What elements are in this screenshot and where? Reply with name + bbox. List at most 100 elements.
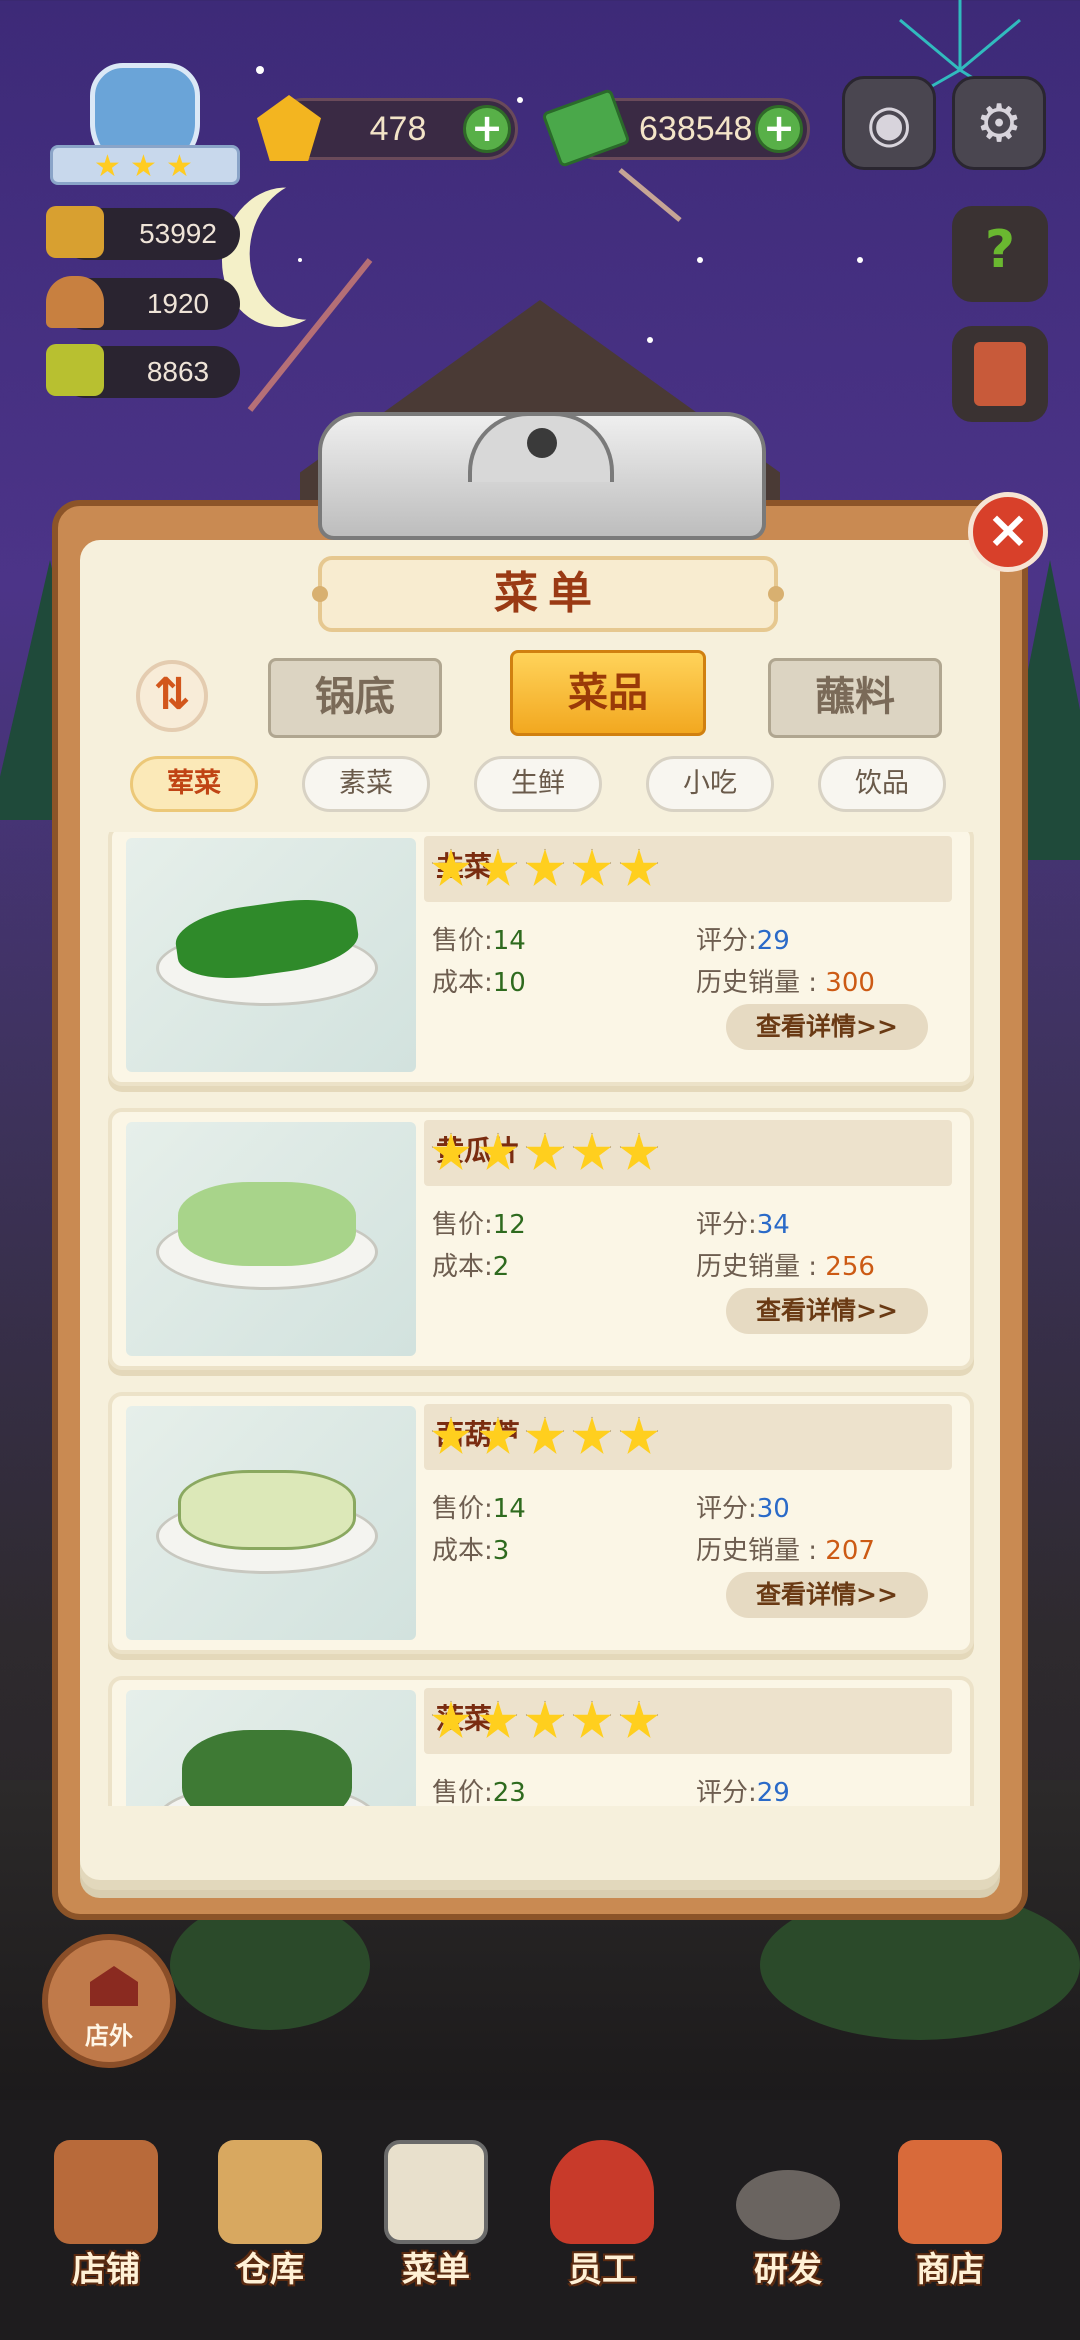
cucumber-slices-icon — [178, 1182, 356, 1266]
red-book-button[interactable] — [952, 326, 1048, 422]
star-icon — [478, 1132, 518, 1170]
add-cash-button[interactable]: + — [755, 105, 803, 153]
dish-cost: 成本:2 — [432, 1252, 510, 1282]
menu-clipboard-icon — [384, 2140, 488, 2244]
dish-cost: 成本:10 — [432, 968, 526, 998]
view-details-button[interactable]: 查看详情>> — [726, 1288, 928, 1334]
player-rank-badge[interactable]: ★ ★ ★ — [50, 55, 240, 195]
dish-price: 售价:12 — [432, 1210, 526, 1240]
tab-dipping-sauce[interactable]: 蘸料 — [768, 658, 942, 738]
tab-dishes[interactable]: 菜品 — [510, 650, 706, 736]
dish-star-rating — [424, 1416, 980, 1456]
help-book-button[interactable]: ? — [952, 206, 1048, 302]
page-title: 菜单 — [494, 568, 602, 619]
subtab-snack[interactable]: 小吃 — [646, 756, 774, 812]
title-plate-right-dot — [768, 586, 784, 602]
store-stall-icon — [898, 2140, 1002, 2244]
dish-sales: 历史销量 : 256 — [696, 1252, 875, 1282]
star-icon — [619, 1416, 659, 1454]
clipboard-clip-hole — [527, 428, 557, 458]
hotpot-icon — [46, 206, 104, 258]
cash-counter: 638548 + — [541, 88, 810, 168]
dish-image-spinach — [126, 1690, 416, 1806]
subtab-fresh[interactable]: 生鲜 — [474, 756, 602, 812]
stat-recipe-count: 8863 — [46, 344, 240, 398]
dish-sales: 历史销量 : 207 — [696, 1536, 875, 1566]
rank-star-icon: ★ — [166, 149, 193, 184]
tab-soup-base[interactable]: 锅底 — [268, 658, 442, 738]
star-icon — [431, 1416, 471, 1454]
red-book-icon — [974, 342, 1026, 406]
menu-title-plate: 菜单 — [312, 556, 784, 632]
dish-card: 韭菜 售价:14 成本:10 评分:29 历史销量 : 300 查看详情>> — [108, 832, 974, 1086]
star-icon — [619, 1700, 659, 1738]
title-plate-left-dot — [312, 586, 328, 602]
cash-amount: 638548 — [639, 110, 753, 148]
dish-image-zucchini — [126, 1406, 416, 1640]
nav-shop[interactable]: 店铺 — [26, 2130, 186, 2310]
dish-card: 黄瓜片 售价:12 成本:2 评分:34 历史销量 : 256 查看详情>> — [108, 1108, 974, 1370]
covered-dish-icon — [46, 276, 104, 328]
camera-button[interactable]: ◉ — [842, 76, 936, 170]
research-wok-icon — [736, 2170, 840, 2240]
shop-building-icon — [54, 2140, 158, 2244]
settings-button[interactable]: ⚙ — [952, 76, 1046, 170]
rank-star-icon: ★ — [94, 149, 121, 184]
star-icon — [572, 1700, 612, 1738]
star-icon — [525, 848, 565, 886]
nav-staff[interactable]: 员工 — [522, 2130, 682, 2310]
gear-icon: ⚙ — [975, 94, 1023, 154]
rank-star-icon: ★ — [130, 149, 157, 184]
dish-card: 西葫芦 售价:14 成本:3 评分:30 历史销量 : 207 查看详情>> — [108, 1392, 974, 1654]
nav-store[interactable]: 商店 — [870, 2130, 1030, 2310]
subtab-drinks[interactable]: 饮品 — [818, 756, 946, 812]
dish-image-chives — [126, 838, 416, 1072]
dish-star-rating — [424, 1132, 980, 1172]
stat-hotpot-count: 53992 — [46, 206, 240, 260]
close-icon: × — [986, 500, 1030, 560]
subtab-vegetable[interactable]: 素菜 — [302, 756, 430, 812]
view-details-button[interactable]: 查看详情>> — [726, 1004, 928, 1050]
dish-cost: 成本:3 — [432, 1536, 510, 1566]
nav-menu[interactable]: 菜单 — [356, 2130, 516, 2310]
view-details-button[interactable]: 查看详情>> — [726, 1572, 928, 1618]
staff-person-icon — [550, 2140, 654, 2244]
stat-dish-count: 1920 — [46, 276, 240, 330]
star-icon — [619, 1132, 659, 1170]
star-icon — [572, 848, 612, 886]
spinach-leaves-icon — [182, 1730, 352, 1806]
house-icon — [90, 1966, 138, 2006]
star-icon — [431, 1132, 471, 1170]
star-icon — [525, 1700, 565, 1738]
zucchini-slices-icon — [178, 1470, 356, 1550]
dish-rating: 评分:29 — [696, 926, 790, 956]
nav-research[interactable]: 研发 — [708, 2130, 868, 2310]
dish-rating: 评分:34 — [696, 1210, 790, 1240]
go-outside-button[interactable]: 店外 — [42, 1934, 176, 2068]
close-button[interactable]: × — [968, 492, 1048, 572]
star-icon — [525, 1416, 565, 1454]
add-gems-button[interactable]: + — [463, 105, 511, 153]
star-icon — [525, 1132, 565, 1170]
dish-rating: 评分:29 — [696, 1778, 790, 1806]
dish-price: 售价:14 — [432, 926, 526, 956]
dish-price: 售价:23 — [432, 1778, 526, 1806]
dish-header: 西葫芦 — [424, 1404, 952, 1470]
dish-star-rating — [424, 1700, 980, 1740]
dish-star-rating — [424, 848, 980, 888]
star-icon — [478, 1416, 518, 1454]
star-icon — [619, 848, 659, 886]
dish-list[interactable]: 韭菜 售价:14 成本:10 评分:29 历史销量 : 300 查看详情>> 黄… — [100, 832, 980, 1806]
subtab-meat[interactable]: 荤菜 — [130, 756, 258, 812]
camera-icon: ◉ — [866, 94, 912, 154]
dish-header: 韭菜 — [424, 836, 952, 902]
go-outside-label: 店外 — [85, 2022, 133, 2050]
dish-image-cucumber — [126, 1122, 416, 1356]
dish-header: 菠菜 — [424, 1688, 952, 1754]
sort-button[interactable]: ⇅ — [136, 660, 208, 732]
star-icon — [431, 1700, 471, 1738]
star-icon — [431, 848, 471, 886]
dish-card: 菠菜 售价:23 评分:29 — [108, 1676, 974, 1806]
dish-rating: 评分:30 — [696, 1494, 790, 1524]
nav-warehouse[interactable]: 仓库 — [190, 2130, 350, 2310]
